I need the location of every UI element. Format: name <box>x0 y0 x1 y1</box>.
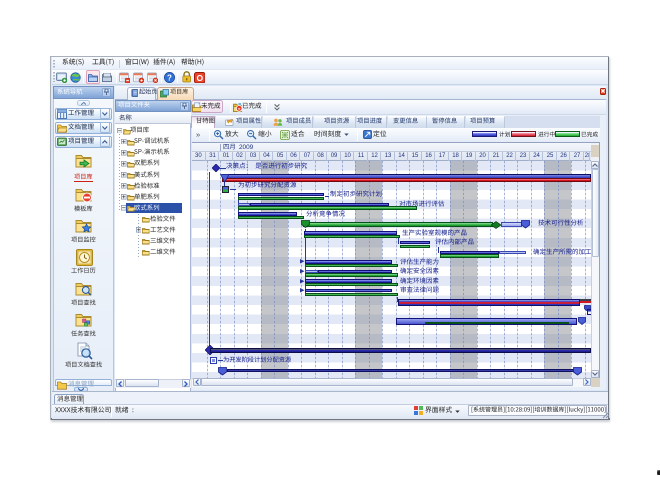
svg-text:?: ? <box>167 73 172 82</box>
svg-text:O: O <box>196 72 203 82</box>
